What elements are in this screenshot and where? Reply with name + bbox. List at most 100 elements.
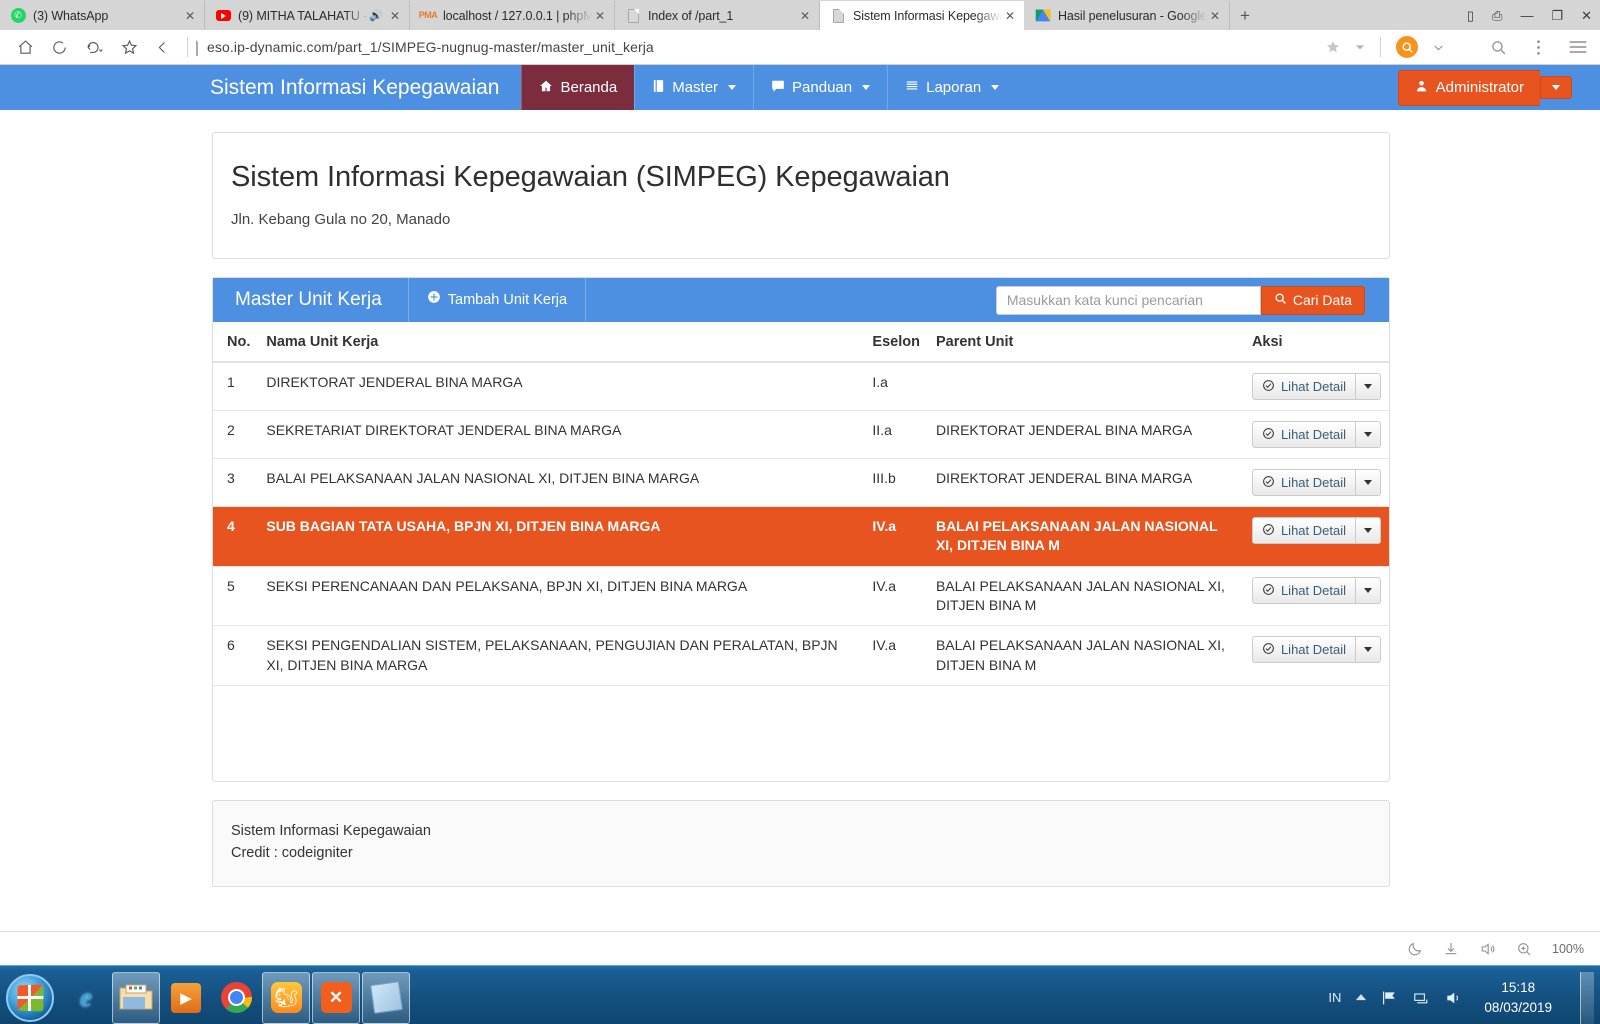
search-input[interactable] — [995, 285, 1261, 315]
phpmyadmin-icon: PMA — [418, 10, 438, 20]
add-unit-kerja-button[interactable]: Tambah Unit Kerja — [409, 278, 587, 322]
favorite-dropdown-icon[interactable] — [1348, 42, 1372, 52]
restore-icon[interactable]: ❐ — [1551, 8, 1563, 24]
cell-no: 6 — [213, 625, 259, 686]
taskbar-xampp[interactable]: ✕ — [312, 971, 360, 1024]
nav-item-beranda[interactable]: Beranda — [521, 65, 635, 110]
zoom-level-label[interactable]: 100% — [1552, 942, 1584, 956]
app-navbar: Sistem Informasi Kepegawaian Beranda Mas… — [0, 65, 1600, 110]
table-row[interactable]: 2 SEKRETARIAT DIREKTORAT JENDERAL BINA MA… — [213, 410, 1389, 459]
network-icon[interactable] — [1413, 990, 1431, 1006]
cast-icon[interactable]: ⎙ — [1492, 8, 1502, 24]
lihat-detail-button[interactable]: Lihat Detail — [1251, 469, 1356, 496]
taskbar-internet-explorer[interactable]: e — [62, 972, 110, 1024]
user-menu-dropdown-toggle[interactable] — [1540, 76, 1572, 99]
reload-icon[interactable] — [51, 39, 68, 56]
back-icon[interactable] — [155, 39, 170, 56]
menu-hamburger-icon[interactable] — [1548, 39, 1592, 55]
taskbar-windows-explorer[interactable] — [112, 971, 160, 1024]
nav-item-laporan[interactable]: Laporan — [887, 65, 1016, 110]
table-row[interactable]: 6 SEKSI PENGENDALIAN SISTEM, PELAKSANAAN,… — [213, 625, 1389, 686]
nav-item-label: Panduan — [792, 79, 853, 96]
lihat-detail-button[interactable]: Lihat Detail — [1251, 636, 1356, 664]
downloads-icon[interactable] — [1443, 941, 1459, 957]
new-tab-button[interactable]: + — [1230, 1, 1260, 30]
nav-item-master[interactable]: Master — [634, 65, 753, 110]
app-brand[interactable]: Sistem Informasi Kepegawaian — [180, 65, 521, 110]
lihat-detail-button[interactable]: Lihat Detail — [1251, 421, 1356, 448]
nav-item-panduan[interactable]: Panduan — [753, 65, 887, 110]
table-row[interactable]: 5 SEKSI PERENCANAAN DAN PELAKSANA, BPJN X… — [213, 566, 1389, 627]
zoom-in-icon[interactable] — [1516, 941, 1532, 957]
page-info-icon[interactable] — [196, 37, 198, 56]
browser-tab-google-drive[interactable]: Hasil penelusuran - Google Dri ✕ — [1025, 1, 1230, 30]
taskbar-windows-media-player[interactable]: ▶ — [162, 972, 210, 1024]
chevron-down-icon — [1364, 528, 1372, 533]
taskbar-clock[interactable]: 15:18 08/03/2019 — [1476, 978, 1560, 1017]
cell-parent-unit: BALAI PELAKSANAAN JALAN NASIONAL XI, DIT… — [927, 506, 1244, 567]
taskbar-uc-browser[interactable]: 🐿 — [262, 971, 310, 1024]
night-mode-icon[interactable] — [1407, 941, 1423, 957]
search-button[interactable]: Cari Data — [1260, 285, 1365, 315]
check-circle-icon — [1262, 583, 1275, 598]
page-content: Sistem Informasi Kepegawaian (SIMPEG) Ke… — [0, 110, 1600, 888]
favorite-star-icon[interactable] — [1318, 39, 1348, 55]
clock-date: 08/03/2019 — [1484, 999, 1552, 1015]
lihat-detail-button[interactable]: Lihat Detail — [1251, 576, 1356, 604]
volume-icon[interactable] — [1479, 941, 1496, 957]
action-center-flag-icon[interactable] — [1381, 990, 1399, 1006]
more-options-icon[interactable] — [1514, 39, 1548, 56]
search-icon[interactable] — [1452, 39, 1514, 56]
cell-nama-unit-kerja: BALAI PELAKSANAAN JALAN NASIONAL XI, DIT… — [258, 458, 865, 507]
user-menu-button[interactable]: Administrator — [1397, 69, 1540, 106]
show-desktop-button[interactable] — [1580, 971, 1594, 1024]
close-icon[interactable]: ✕ — [1207, 9, 1223, 23]
action-dropdown-toggle[interactable] — [1356, 517, 1381, 544]
close-icon[interactable]: ✕ — [1002, 9, 1018, 23]
taskbar-notepad[interactable] — [362, 971, 410, 1024]
browser-tab-simpeg[interactable]: Sistem Informasi Kepegawaian ✕ — [820, 1, 1025, 30]
cell-parent-unit — [927, 362, 1244, 411]
browser-tab-index-part1[interactable]: Index of /part_1 ✕ — [615, 1, 820, 30]
close-icon[interactable]: ✕ — [182, 9, 198, 23]
close-icon[interactable]: ✕ — [592, 9, 608, 23]
language-indicator[interactable]: IN — [1328, 990, 1341, 1005]
browser-tab-whatsapp[interactable]: ✆ (3) WhatsApp ✕ — [0, 1, 205, 30]
back-history-icon[interactable] — [85, 39, 104, 56]
device-toolbar-icon[interactable]: ▯ — [1467, 8, 1474, 24]
chevron-down-icon[interactable] — [1425, 41, 1452, 54]
action-button-group: Lihat Detail — [1251, 517, 1381, 544]
column-header-nama: Nama Unit Kerja — [258, 322, 865, 363]
close-icon[interactable]: ✕ — [797, 9, 813, 23]
show-hidden-icons-icon[interactable] — [1355, 993, 1367, 1002]
table-row[interactable]: 1 DIREKTORAT JENDERAL BINA MARGA I.a Lihat … — [213, 362, 1389, 411]
lihat-detail-button[interactable]: Lihat Detail — [1251, 373, 1356, 400]
chevron-down-icon — [1364, 647, 1372, 653]
mute-icon[interactable]: 🔊 — [369, 9, 383, 22]
address-bar[interactable]: eso.ip-dynamic.com/part_1/SIMPEG-nugnug-… — [196, 37, 1318, 56]
browser-tab-phpmyadmin[interactable]: PMA localhost / 127.0.0.1 | phpMyA ✕ — [410, 1, 615, 30]
bookmark-star-icon[interactable] — [121, 39, 138, 56]
search-engine-icon[interactable] — [1389, 36, 1425, 58]
table-row[interactable]: 3 BALAI PELAKSANAAN JALAN NASIONAL XI, DI… — [213, 458, 1389, 507]
footer-panel: Sistem Informasi Kepegawaian Credit : co… — [212, 799, 1390, 888]
action-dropdown-toggle[interactable] — [1356, 636, 1381, 664]
close-window-icon[interactable]: ✕ — [1581, 8, 1592, 24]
action-dropdown-toggle[interactable] — [1356, 469, 1381, 496]
browser-tab-title: (3) WhatsApp — [33, 8, 109, 23]
action-dropdown-toggle[interactable] — [1356, 373, 1381, 400]
browser-tab-title: localhost / 127.0.0.1 | phpMyA — [443, 8, 592, 23]
document-icon — [625, 8, 641, 24]
close-icon[interactable]: ✕ — [387, 9, 403, 23]
action-button-group: Lihat Detail — [1251, 576, 1381, 604]
minimize-icon[interactable]: — — [1520, 8, 1533, 23]
table-row[interactable]: 4 SUB BAGIAN TATA USAHA, BPJN XI, DITJEN … — [213, 506, 1389, 567]
browser-tab-youtube[interactable]: (9) MITHA TALAHATU - Ra 🔊 ✕ — [205, 1, 410, 30]
lihat-detail-button[interactable]: Lihat Detail — [1251, 517, 1356, 544]
volume-icon[interactable] — [1445, 990, 1462, 1006]
start-button[interactable] — [6, 973, 54, 1022]
home-icon[interactable] — [17, 39, 34, 56]
action-dropdown-toggle[interactable] — [1356, 421, 1381, 448]
action-dropdown-toggle[interactable] — [1356, 576, 1381, 604]
taskbar-google-chrome[interactable] — [212, 972, 260, 1024]
